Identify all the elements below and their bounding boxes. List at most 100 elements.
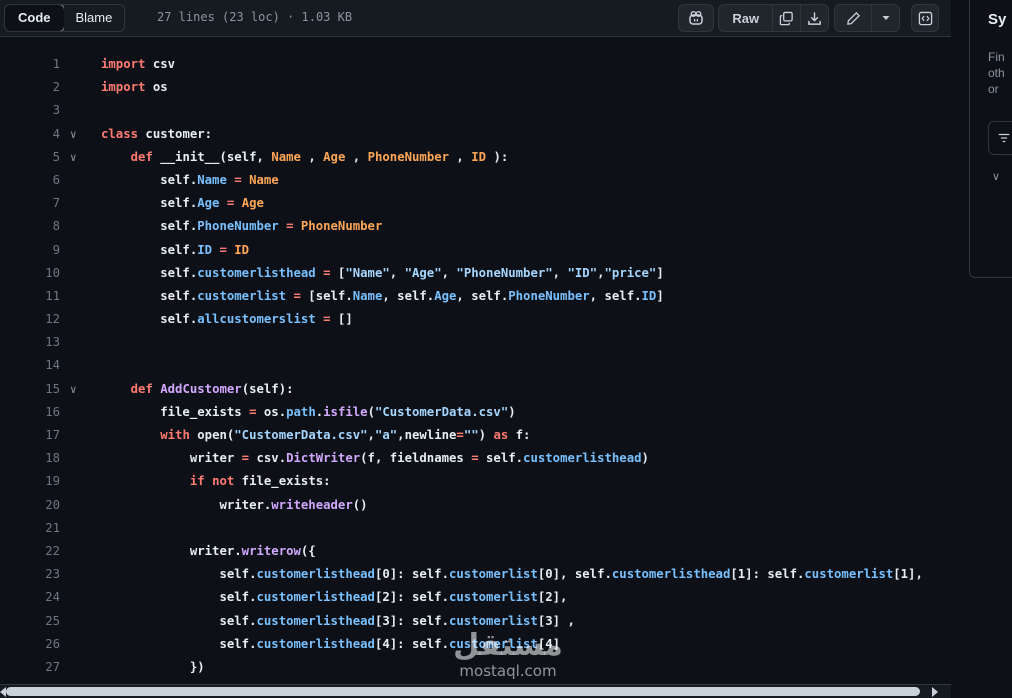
code-line: 13 bbox=[0, 331, 951, 354]
horizontal-scrollbar[interactable] bbox=[0, 684, 951, 698]
line-number[interactable]: 13 bbox=[0, 331, 60, 354]
code-token: AddCustomer bbox=[160, 381, 242, 396]
fold-chevron-icon[interactable]: ∨ bbox=[70, 378, 84, 401]
code-token: DictWriter bbox=[286, 451, 361, 466]
code-token: = bbox=[323, 265, 331, 280]
code-token: ] bbox=[656, 288, 664, 303]
code-line: 19 if not file_exists: bbox=[0, 470, 951, 493]
blame-tab[interactable]: Blame bbox=[63, 5, 125, 31]
download-button[interactable] bbox=[799, 5, 828, 31]
code-token: "PhoneNumber" bbox=[456, 265, 553, 280]
line-number[interactable]: 4 bbox=[0, 123, 60, 146]
line-number[interactable]: 21 bbox=[0, 517, 60, 540]
line-number[interactable]: 20 bbox=[0, 494, 60, 517]
code-token: customerlisthead bbox=[256, 613, 375, 628]
symbol-filter-input[interactable] bbox=[988, 121, 1012, 155]
code-token: os bbox=[145, 80, 168, 95]
code-token: customerlisthead bbox=[197, 265, 316, 280]
fold-chevron-icon[interactable]: ∨ bbox=[70, 123, 84, 146]
code-token: ) bbox=[641, 451, 649, 466]
copilot-button[interactable] bbox=[678, 4, 714, 32]
line-number[interactable]: 27 bbox=[0, 656, 60, 679]
line-number[interactable]: 17 bbox=[0, 424, 60, 447]
line-number[interactable]: 5 bbox=[0, 146, 60, 169]
code-token: , bbox=[389, 265, 405, 280]
code-line: 8 self.PhoneNumber = PhoneNumber bbox=[0, 215, 951, 238]
line-number[interactable]: 23 bbox=[0, 563, 60, 586]
line-number[interactable]: 16 bbox=[0, 401, 60, 424]
line-number[interactable]: 3 bbox=[0, 99, 60, 122]
edit-file-button[interactable] bbox=[835, 5, 871, 31]
code-token: open( bbox=[189, 428, 235, 442]
line-number[interactable]: 22 bbox=[0, 540, 60, 563]
line-number[interactable]: 7 bbox=[0, 192, 60, 215]
code-line: 1 import csv bbox=[0, 53, 951, 76]
code-token: not bbox=[212, 474, 235, 489]
code-token: [3]: self. bbox=[374, 613, 449, 628]
line-number[interactable]: 18 bbox=[0, 447, 60, 470]
code-token: ID bbox=[234, 242, 250, 257]
code-token: import bbox=[101, 57, 146, 71]
line-number[interactable]: 2 bbox=[0, 76, 60, 99]
line-number[interactable]: 11 bbox=[0, 285, 60, 308]
code-line: 2 import os bbox=[0, 76, 951, 99]
code-token: = bbox=[219, 242, 227, 257]
code-line: 24 self.customerlisthead[2]: self.custom… bbox=[0, 586, 951, 609]
code-token: ID bbox=[197, 242, 213, 257]
code-token: ({ bbox=[300, 543, 316, 558]
code-token: customer: bbox=[138, 126, 213, 141]
code-token: self. bbox=[101, 613, 257, 628]
code-token: , bbox=[367, 428, 375, 442]
symbols-panel-button[interactable] bbox=[911, 4, 939, 32]
code-line: 4 ∨ class customer: bbox=[0, 123, 951, 146]
code-line: 23 self.customerlisthead[0]: self.custom… bbox=[0, 563, 951, 586]
chevron-down-icon[interactable]: ∨ bbox=[992, 170, 1000, 183]
code-text: self.allcustomerslist = [] bbox=[101, 308, 353, 331]
code-text: self.PhoneNumber = PhoneNumber bbox=[101, 215, 382, 238]
line-number[interactable]: 12 bbox=[0, 308, 60, 331]
code-token: = bbox=[471, 451, 479, 466]
line-number[interactable]: 24 bbox=[0, 586, 60, 609]
scroll-right-arrow-icon[interactable] bbox=[932, 687, 938, 697]
line-number[interactable]: 19 bbox=[0, 470, 60, 493]
edit-actions-group bbox=[834, 4, 900, 32]
code-token: PhoneNumber bbox=[367, 149, 450, 164]
code-token: customerlist bbox=[804, 567, 894, 582]
line-number[interactable]: 15 bbox=[0, 378, 60, 401]
copy-icon bbox=[779, 11, 793, 25]
line-number[interactable]: 25 bbox=[0, 610, 60, 633]
file-info: 27 lines (23 loc) · 1.03 KB bbox=[157, 10, 353, 24]
line-number[interactable]: 10 bbox=[0, 262, 60, 285]
code-token: ( bbox=[367, 404, 375, 419]
line-number[interactable]: 8 bbox=[0, 215, 60, 238]
line-number[interactable]: 14 bbox=[0, 354, 60, 377]
code-token: self. bbox=[101, 636, 257, 651]
line-number[interactable]: 6 bbox=[0, 169, 60, 192]
code-token: self. bbox=[101, 172, 198, 187]
code-line: 17 with open("CustomerData.csv","a",newl… bbox=[0, 424, 951, 447]
code-token: , self. bbox=[589, 288, 642, 303]
copy-raw-button[interactable] bbox=[772, 5, 799, 31]
scrollbar-thumb[interactable] bbox=[6, 687, 920, 696]
code-tab[interactable]: Code bbox=[5, 5, 65, 31]
line-number[interactable]: 9 bbox=[0, 239, 60, 262]
code-token: "price" bbox=[604, 265, 657, 280]
code-token: [0]: self. bbox=[374, 567, 449, 582]
code-token: csv bbox=[145, 57, 176, 71]
code-token: "CustomerData.csv" bbox=[234, 428, 368, 442]
code-text: def AddCustomer(self): bbox=[101, 378, 294, 401]
code-line: 11 self.customerlist = [self.Name, self.… bbox=[0, 285, 951, 308]
fold-chevron-icon[interactable]: ∨ bbox=[70, 146, 84, 169]
code-token: writeheader bbox=[271, 497, 353, 512]
code-text: writer.writerow({ bbox=[101, 540, 316, 563]
raw-button[interactable]: Raw bbox=[719, 5, 772, 31]
code-token: self. bbox=[101, 288, 198, 303]
line-number[interactable]: 26 bbox=[0, 633, 60, 656]
line-number[interactable]: 1 bbox=[0, 53, 60, 76]
edit-dropdown-button[interactable] bbox=[871, 5, 899, 31]
code-token: class bbox=[101, 126, 139, 141]
